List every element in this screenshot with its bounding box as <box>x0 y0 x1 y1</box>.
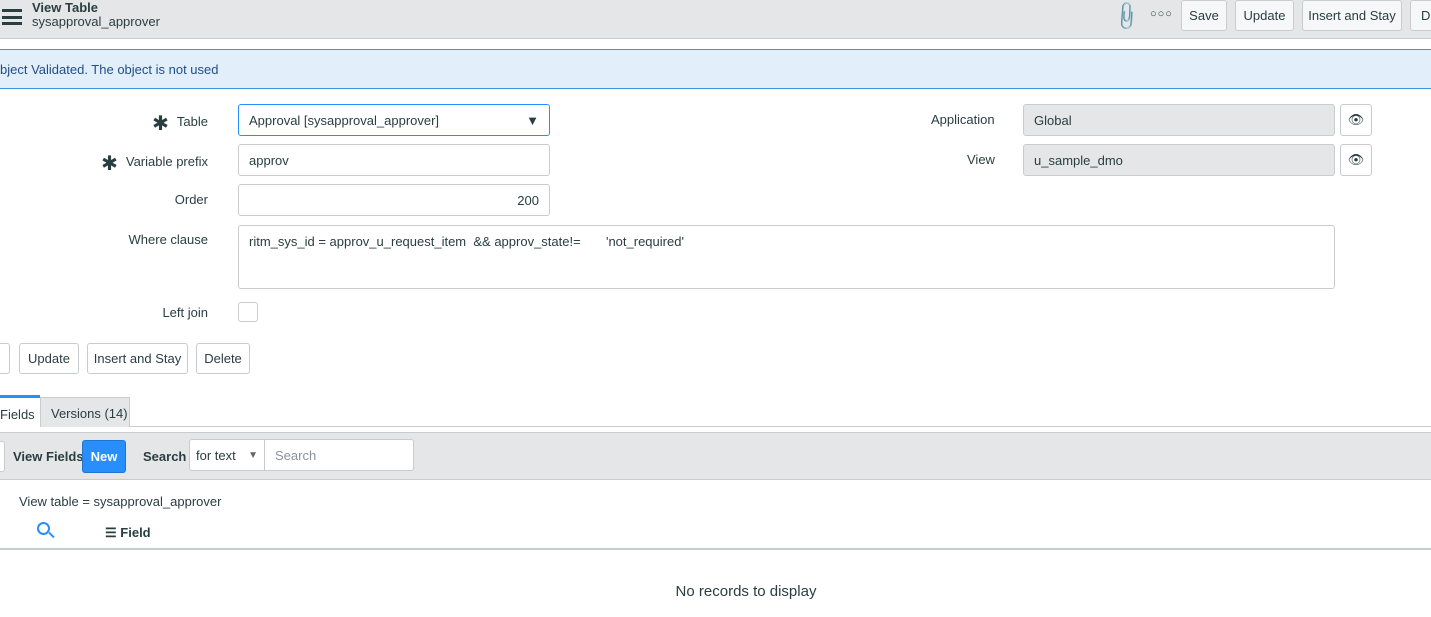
prefix-label: ✱ Variable prefix <box>101 151 208 176</box>
save-button-bottom[interactable] <box>0 343 10 374</box>
view-label: View <box>967 152 995 167</box>
left-join-checkbox[interactable] <box>238 302 258 322</box>
column-menu-icon[interactable]: ☰ <box>105 525 117 540</box>
tab-versions[interactable]: Versions (14) <box>40 397 130 427</box>
where-clause-label: Where clause <box>128 232 208 247</box>
order-label: Order <box>174 192 208 207</box>
empty-message: No records to display <box>675 583 817 600</box>
column-label: Field <box>120 525 151 540</box>
application-label: Application <box>931 112 995 127</box>
search-placeholder: Search <box>275 447 317 463</box>
table-select[interactable]: Approval [sysapproval_approver] ▼ <box>238 104 550 136</box>
filter-breadcrumb[interactable]: View table = sysapproval_approver <box>19 494 221 509</box>
dropdown-arrow-icon: ▼ <box>526 112 539 128</box>
new-button[interactable]: New <box>82 440 126 473</box>
where-clause-textarea[interactable]: ritm_sys_id = approv_u_request_item && a… <box>238 225 1335 289</box>
menu-icon[interactable] <box>2 9 22 25</box>
form-subtitle: sysapproval_approver <box>32 14 160 29</box>
insert-and-stay-button[interactable]: Insert and Stay <box>1302 0 1402 31</box>
list-menu-button[interactable] <box>0 441 5 472</box>
table-value: Approval [sysapproval_approver] <box>249 112 440 128</box>
more-options-icon[interactable]: ○○○ <box>1150 8 1173 20</box>
prefix-label-text: Variable prefix <box>125 154 208 169</box>
search-input[interactable]: Search <box>264 439 414 471</box>
save-button[interactable]: Save <box>1181 0 1227 31</box>
view-input: u_sample_dmo <box>1023 144 1335 176</box>
list-toolbar: View Fields New Search for text ▼ Search <box>0 432 1431 480</box>
search-label: Search <box>143 449 187 464</box>
search-icon-handle <box>48 531 55 539</box>
view-preview-eye-icon[interactable]: 👁 <box>1340 144 1372 176</box>
info-message: bject Validated. The object is not used <box>0 49 1431 89</box>
tab-fields[interactable]: Fields <box>0 395 40 427</box>
delete-button-bottom[interactable]: Delete <box>196 343 250 374</box>
search-mode-value: for text <box>196 447 236 463</box>
application-input: Global <box>1023 104 1335 136</box>
left-join-label: Left join <box>162 305 208 320</box>
list-title: View Fields <box>13 449 84 464</box>
insert-and-stay-button-bottom[interactable]: Insert and Stay <box>87 343 188 374</box>
search-mode-select[interactable]: for text ▼ <box>189 439 265 471</box>
column-field-header[interactable]: ☰ Field <box>105 525 151 541</box>
form-title: View Table <box>32 0 98 15</box>
application-preview-eye-icon[interactable]: 👁 <box>1340 104 1372 136</box>
required-icon: ✱ <box>101 153 118 175</box>
paperclip-icon[interactable]: 📎 <box>1109 0 1144 34</box>
required-icon: ✱ <box>152 113 169 135</box>
dropdown-arrow-icon: ▼ <box>248 449 258 461</box>
update-button[interactable]: Update <box>1235 0 1294 31</box>
table-label-text: Table <box>176 114 208 129</box>
table-label: ✱ Table <box>152 111 208 136</box>
variable-prefix-input[interactable]: approv <box>238 144 550 176</box>
order-input[interactable]: 200 <box>238 184 550 216</box>
update-button-bottom[interactable]: Update <box>19 343 79 374</box>
form-header: View Table sysapproval_approver 📎 ○○○ Sa… <box>0 0 1431 39</box>
delete-button[interactable]: De <box>1410 0 1431 31</box>
